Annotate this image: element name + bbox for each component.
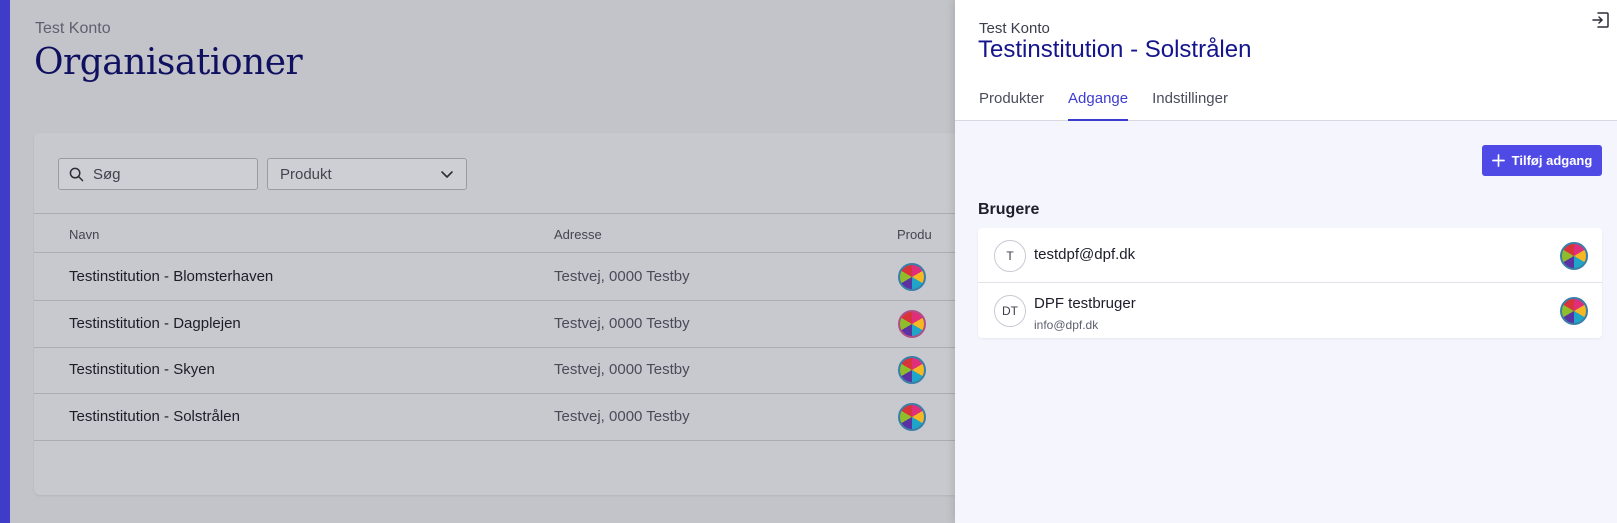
org-address: Testvej, 0000 Testby	[554, 268, 690, 285]
account-name: Test Konto	[35, 20, 111, 37]
panel-title: Testinstitution - Solstrålen	[978, 36, 1252, 63]
tab-produkter[interactable]: Produkter	[979, 90, 1044, 121]
add-access-button[interactable]: Tilføj adgang	[1482, 145, 1602, 176]
product-pie-icon	[1560, 242, 1588, 270]
product-pie-icon	[898, 263, 926, 291]
organisation-detail-panel: Test Konto Testinstitution - Solstrålen …	[955, 0, 1617, 523]
exit-icon[interactable]	[1591, 10, 1611, 30]
table-header: Navn Adresse Produ	[34, 213, 1034, 253]
user-name: testdpf@dpf.dk	[1034, 246, 1136, 263]
org-name: Testinstitution - Solstrålen	[69, 408, 240, 425]
left-accent-strip	[0, 0, 10, 523]
product-pie-icon	[898, 356, 926, 384]
plus-icon	[1491, 154, 1505, 167]
product-filter-label: Produkt	[280, 165, 332, 183]
org-address: Testvej, 0000 Testby	[554, 361, 690, 378]
organisations-card: Søg Produkt Navn Adresse Produ Testinsti…	[34, 133, 1034, 495]
org-name: Testinstitution - Skyen	[69, 361, 215, 378]
table-row[interactable]: Testinstitution - Dagplejen Testvej, 000…	[34, 300, 1034, 348]
column-header-name[interactable]: Navn	[69, 227, 99, 242]
add-access-label: Tilføj adgang	[1511, 153, 1593, 168]
list-item[interactable]: T testdpf@dpf.dk	[978, 228, 1602, 283]
table-row[interactable]: Testinstitution - Solstrålen Testvej, 00…	[34, 393, 1034, 441]
users-list: T testdpf@dpf.dk DT DPF testbruger info@…	[978, 228, 1602, 338]
avatar: T	[994, 240, 1026, 272]
tab-adgange[interactable]: Adgange	[1068, 90, 1129, 121]
users-heading: Brugere	[978, 201, 1040, 218]
page-title: Organisationer	[34, 42, 303, 83]
product-pie-icon	[898, 403, 926, 431]
search-placeholder: Søg	[93, 165, 121, 183]
org-address: Testvej, 0000 Testby	[554, 408, 690, 425]
panel-tabs: Produkter Adgange Indstillinger	[979, 90, 1252, 121]
avatar: DT	[994, 295, 1026, 327]
list-item[interactable]: DT DPF testbruger info@dpf.dk	[978, 283, 1602, 338]
panel-header: Test Konto Testinstitution - Solstrålen …	[955, 0, 1617, 121]
panel-account-name: Test Konto	[979, 20, 1050, 37]
user-email: info@dpf.dk	[1034, 318, 1099, 332]
product-pie-icon	[1560, 297, 1588, 325]
search-icon	[69, 167, 84, 181]
table-row[interactable]: Testinstitution - Skyen Testvej, 0000 Te…	[34, 346, 1034, 394]
column-header-address[interactable]: Adresse	[554, 227, 602, 242]
table-row[interactable]: Testinstitution - Blomsterhaven Testvej,…	[34, 253, 1034, 301]
tab-indstillinger[interactable]: Indstillinger	[1152, 90, 1228, 121]
product-filter-select[interactable]: Produkt	[267, 158, 467, 190]
user-name: DPF testbruger	[1034, 295, 1136, 312]
org-address: Testvej, 0000 Testby	[554, 315, 690, 332]
org-name: Testinstitution - Blomsterhaven	[69, 268, 274, 285]
column-header-product[interactable]: Produ	[897, 227, 932, 242]
product-pie-icon	[898, 310, 926, 338]
chevron-down-icon	[441, 171, 453, 178]
search-input[interactable]: Søg	[58, 158, 258, 190]
org-name: Testinstitution - Dagplejen	[69, 315, 241, 332]
